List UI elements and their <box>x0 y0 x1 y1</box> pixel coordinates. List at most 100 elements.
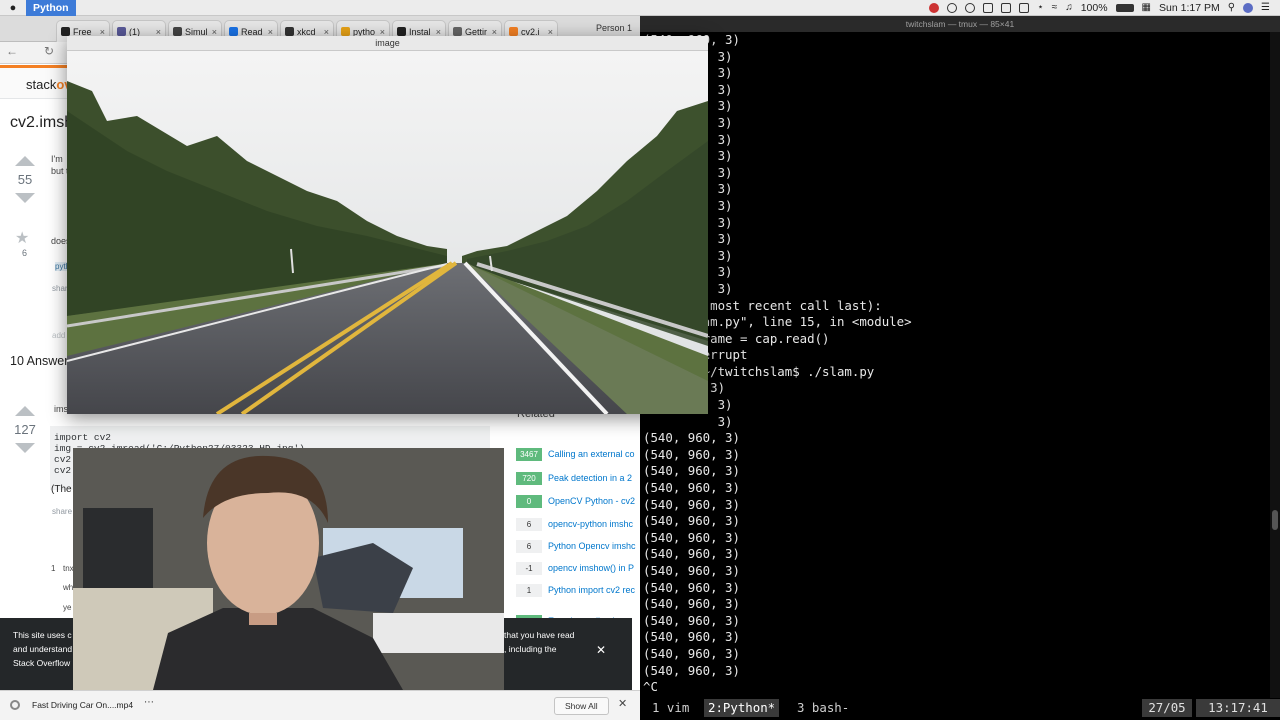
terminal-line: 3) <box>717 131 733 147</box>
downvote-arrow-icon[interactable] <box>15 193 35 203</box>
cookie-text-left: This site uses c and understand Stack Ov… <box>13 628 73 670</box>
terminal-line: /slam.py", line 15, in <module> <box>643 314 912 330</box>
terminal-line: (540, 960, 3) <box>643 446 740 462</box>
active-app-menu[interactable]: Python <box>26 0 76 16</box>
wifi-icon[interactable]: ≈ <box>1052 2 1058 13</box>
sync-icon[interactable] <box>965 2 976 13</box>
download-options-icon[interactable]: ⋯ <box>144 697 154 708</box>
upvote-arrow-icon[interactable] <box>15 406 35 416</box>
download-item[interactable]: Fast Driving Car On....mp4 <box>32 700 133 710</box>
related-question-item[interactable]: 0 OpenCV Python - cv2 <box>516 493 638 509</box>
terminal-line: (540, 960, 3) <box>643 662 740 678</box>
reload-icon[interactable]: ↻ <box>44 44 54 58</box>
tab-close-icon[interactable]: × <box>210 27 217 37</box>
tab-close-icon[interactable]: × <box>434 27 441 37</box>
apple-menu-icon[interactable]: ● <box>0 2 26 14</box>
volume-icon[interactable]: ♫ <box>1065 2 1073 13</box>
webcam-overlay <box>73 448 504 690</box>
terminal-window: twitchslam — tmux — 85×41 (540, 960, 3) … <box>640 16 1280 720</box>
record-icon[interactable] <box>929 2 940 13</box>
battery-percent[interactable]: 100% <box>1081 2 1108 14</box>
back-arrow-icon[interactable]: ← <box>6 44 18 58</box>
screen-icon[interactable] <box>1019 2 1030 13</box>
close-downloads-bar-icon[interactable]: ✕ <box>618 697 627 710</box>
related-question-link[interactable]: opencv imshow() in P <box>548 563 638 573</box>
battery-icon[interactable] <box>1115 3 1134 12</box>
tab-close-icon[interactable]: × <box>378 27 385 37</box>
add-comment-link[interactable]: add <box>52 331 65 340</box>
tab-close-icon[interactable]: × <box>154 27 161 37</box>
terminal-line: (540, 960, 3) <box>643 32 740 47</box>
terminal-scrollbar[interactable] <box>1270 32 1280 702</box>
share-link[interactable]: shar <box>52 284 68 293</box>
tab-close-icon[interactable]: × <box>98 27 105 37</box>
terminal-line: (540, 960, 3) <box>643 480 740 496</box>
show-all-downloads-button[interactable]: Show All <box>554 697 609 715</box>
menu-bar-status-area: ⋆ ≈ ♫ 100% ▦ Sun 1:17 PM ⚲ ☰ <box>929 2 1280 14</box>
upvote-arrow-icon[interactable] <box>15 156 35 166</box>
profile-button[interactable]: Person 1 <box>596 23 632 33</box>
tab-close-icon[interactable]: × <box>266 27 273 37</box>
related-question-item[interactable]: 720 Peak detection in a 2 <box>516 470 638 486</box>
favorite-star-icon[interactable]: ★ <box>15 228 29 248</box>
tmux-window-python[interactable]: 2:Python* <box>704 699 780 717</box>
related-question-item[interactable]: 3467 Calling an external co <box>516 446 638 462</box>
tab-close-icon[interactable]: × <box>546 27 553 37</box>
related-question-item[interactable]: -1 opencv imshow() in P <box>516 560 638 576</box>
downloads-bar: Fast Driving Car On....mp4 ⋯ Show All ✕ <box>0 690 640 720</box>
image-window-title[interactable]: image <box>67 36 708 51</box>
question-vote-cell: 55 <box>10 156 40 203</box>
stackoverflow-logo[interactable]: stackov <box>26 77 72 92</box>
spotlight-search-icon[interactable]: ⚲ <box>1228 2 1235 13</box>
cookie-text-line[interactable]: , including the <box>504 642 584 656</box>
tab-close-icon[interactable]: × <box>322 27 329 37</box>
menu-bar: ● Python ⋆ ≈ ♫ 100% ▦ Sun 1:17 PM ⚲ ☰ <box>0 0 1280 16</box>
related-question-link[interactable]: Python import cv2 rec <box>548 585 638 595</box>
tab-favicon-icon <box>173 27 182 36</box>
favorite-count: 6 <box>22 248 28 258</box>
related-score-badge: 0 <box>516 494 542 508</box>
tmux-window-bash[interactable]: 3 bash- <box>793 699 853 717</box>
input-source-icon[interactable]: ▦ <box>1142 2 1151 13</box>
related-score-badge: -1 <box>516 561 542 575</box>
related-question-link[interactable]: Python Opencv imshc <box>548 541 638 551</box>
code-line: import cv2 <box>54 432 112 443</box>
related-question-link[interactable]: opencv-python imshc <box>548 519 638 529</box>
timer-icon[interactable] <box>947 2 958 13</box>
related-question-link[interactable]: OpenCV Python - cv2 <box>548 496 638 506</box>
terminal-output[interactable]: (540, 960, 3) 960, 3) 3) 3) 3) 3) 3) 3) … <box>643 32 1273 696</box>
related-question-item[interactable]: 6 opencv-python imshc <box>516 516 638 532</box>
menu-bar-clock[interactable]: Sun 1:17 PM <box>1159 2 1220 14</box>
downvote-arrow-icon[interactable] <box>15 443 35 453</box>
bluetooth-icon[interactable]: ⋆ <box>1037 2 1043 13</box>
related-score-badge: 6 <box>516 539 542 553</box>
terminal-line: (540, 960, 3) <box>643 496 740 512</box>
user-avatar-icon[interactable] <box>1243 2 1254 13</box>
tmux-window-vim[interactable]: 1 vim <box>648 699 693 717</box>
related-question-link[interactable]: Calling an external co <box>548 449 638 459</box>
related-question-item[interactable]: 1 Python import cv2 rec <box>516 582 638 598</box>
scroll-thumb[interactable] <box>1272 510 1278 530</box>
opencv-image-window[interactable]: image <box>67 36 708 414</box>
tab-label: Read <box>241 26 263 37</box>
tab-label: Free <box>73 26 92 37</box>
related-question-link[interactable]: Peak detection in a 2 <box>548 473 638 483</box>
terminal-line: 3) <box>717 98 733 114</box>
question-title[interactable]: cv2.imsh <box>10 114 73 132</box>
tab-label: xkcd <box>297 26 316 37</box>
share-link[interactable]: share <box>52 507 72 516</box>
terminal-line: 3) <box>717 264 733 280</box>
terminal-line: 3) <box>717 214 733 230</box>
display-icon[interactable] <box>983 2 994 13</box>
notification-center-icon[interactable]: ☰ <box>1261 2 1270 13</box>
cookie-close-icon[interactable]: ✕ <box>596 643 606 657</box>
comment-snippet: wh <box>63 583 74 592</box>
related-question-item[interactable]: 6 Python Opencv imshc <box>516 538 638 554</box>
tab-close-icon[interactable]: × <box>490 27 497 37</box>
related-score-badge: 720 <box>516 471 542 485</box>
terminal-line: 3) <box>717 280 733 296</box>
airplay-icon[interactable] <box>1001 2 1012 13</box>
question-body-snippet: I'm <box>51 154 63 164</box>
tab-favicon-icon <box>117 27 126 36</box>
terminal-line: 3) <box>717 197 733 213</box>
